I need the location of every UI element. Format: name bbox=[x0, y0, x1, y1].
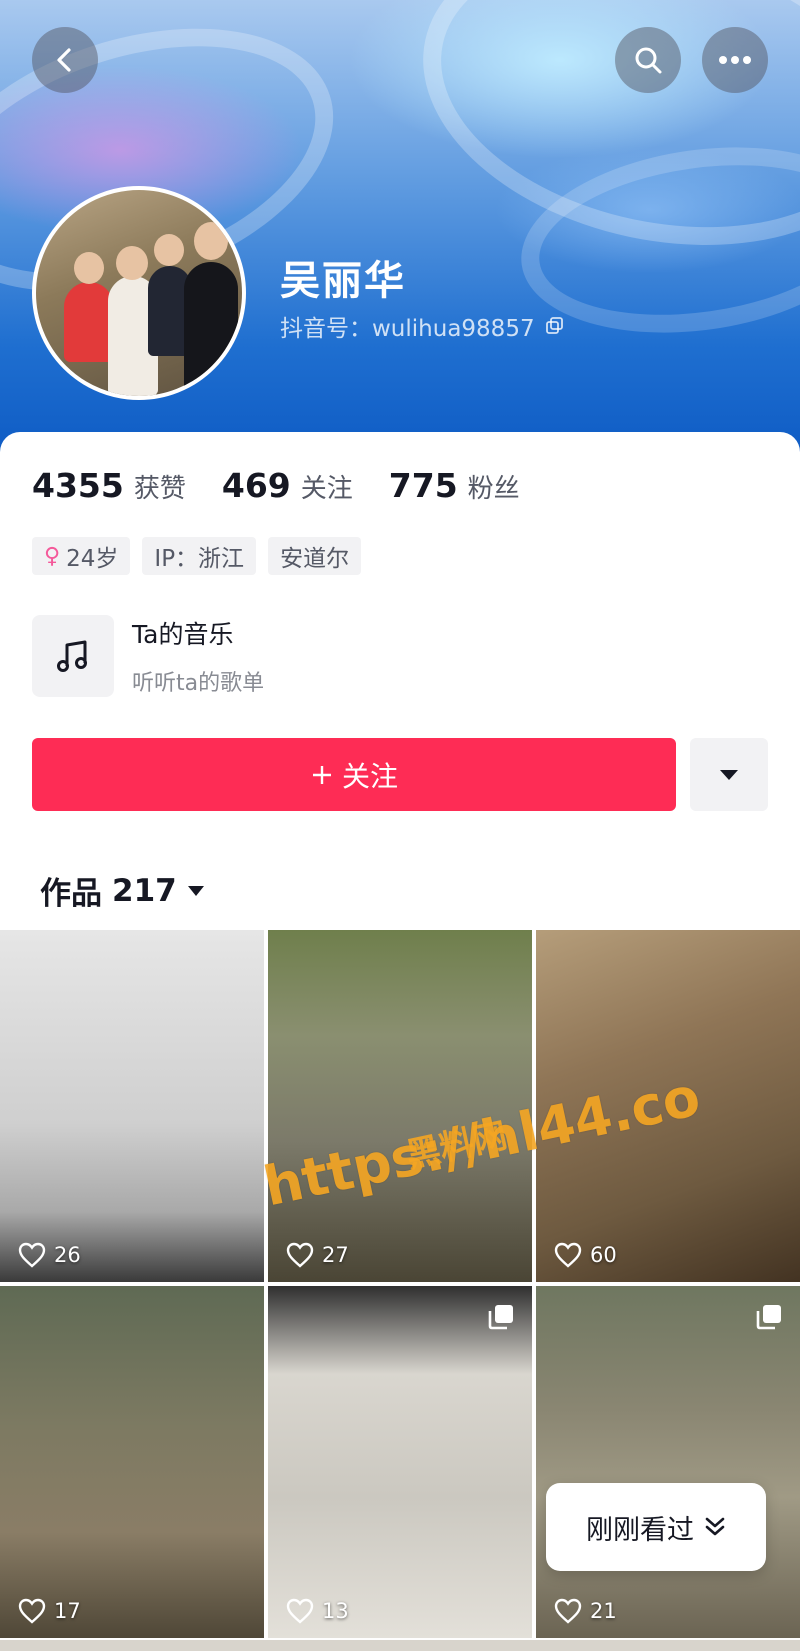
avatar-figure bbox=[184, 262, 238, 396]
back-button[interactable] bbox=[32, 27, 98, 93]
like-value: 17 bbox=[54, 1599, 81, 1623]
age-tag: ♀ 24岁 bbox=[32, 537, 131, 575]
video-tile[interactable]: 17 bbox=[0, 1286, 264, 1638]
douyin-id-label: 抖音号： bbox=[280, 316, 372, 342]
heart-icon bbox=[286, 1242, 314, 1268]
heart-icon bbox=[286, 1598, 314, 1624]
video-tile[interactable]: 21 bbox=[536, 1286, 800, 1638]
like-value: 26 bbox=[54, 1243, 81, 1267]
like-count: 27 bbox=[286, 1242, 349, 1268]
caret-down-icon bbox=[187, 885, 204, 896]
stat-following[interactable]: 469 关注 bbox=[222, 466, 353, 505]
search-icon bbox=[635, 47, 662, 74]
like-count: 13 bbox=[286, 1598, 349, 1624]
heart-icon bbox=[554, 1598, 582, 1624]
like-count: 60 bbox=[554, 1242, 617, 1268]
like-value: 13 bbox=[322, 1599, 349, 1623]
female-icon: ♀ bbox=[44, 543, 61, 569]
plus-icon bbox=[312, 765, 331, 784]
douyin-id-value: wulihua98857 bbox=[372, 316, 535, 342]
ip-tag: IP：浙江 bbox=[142, 537, 257, 575]
stat-value: 469 bbox=[221, 466, 291, 505]
just-watched-button[interactable]: 刚刚看过 bbox=[546, 1483, 766, 1571]
music-icon-box bbox=[32, 615, 114, 697]
works-count: 217 bbox=[112, 872, 177, 909]
like-value: 27 bbox=[322, 1243, 349, 1267]
tab-works[interactable]: 作品 217 bbox=[40, 868, 205, 913]
next-row-preview bbox=[0, 1640, 800, 1651]
location-tag: 安道尔 bbox=[268, 537, 362, 575]
search-button[interactable] bbox=[615, 27, 681, 93]
douyin-id: 抖音号：wulihua98857 bbox=[280, 309, 565, 343]
multi-image-icon bbox=[488, 1305, 513, 1330]
avatar[interactable] bbox=[32, 186, 246, 400]
works-label: 作品 bbox=[40, 876, 102, 912]
caret-down-icon bbox=[720, 769, 738, 780]
age-text: 24岁 bbox=[66, 546, 119, 572]
stat-label: 关注 bbox=[300, 474, 353, 504]
stat-value: 4355 bbox=[32, 466, 124, 505]
follow-dropdown-button[interactable] bbox=[690, 738, 768, 811]
like-value: 21 bbox=[590, 1599, 617, 1623]
follow-label: 关注 bbox=[341, 759, 398, 793]
video-tile[interactable]: 26 bbox=[0, 930, 264, 1282]
music-note-icon bbox=[57, 640, 87, 672]
video-tile[interactable]: 13 bbox=[268, 1286, 532, 1638]
stat-followers[interactable]: 775 粉丝 bbox=[389, 466, 520, 505]
avatar-figure bbox=[64, 282, 114, 362]
music-subtitle: 听听ta的歌单 bbox=[132, 671, 265, 696]
stat-label: 粉丝 bbox=[467, 474, 520, 504]
heart-icon bbox=[554, 1242, 582, 1268]
music-entry[interactable]: Ta的音乐 听听ta的歌单 bbox=[32, 615, 264, 697]
stat-label: 获赞 bbox=[133, 474, 186, 504]
heart-icon bbox=[18, 1598, 46, 1624]
follow-button[interactable]: 关注 bbox=[32, 738, 676, 811]
like-value: 60 bbox=[590, 1243, 617, 1267]
copy-icon[interactable] bbox=[545, 316, 565, 336]
chevron-left-icon bbox=[57, 48, 71, 72]
double-chevron-down-icon bbox=[705, 1517, 725, 1536]
like-count: 17 bbox=[18, 1598, 81, 1624]
avatar-figure bbox=[116, 246, 148, 280]
heart-icon bbox=[18, 1242, 46, 1268]
avatar-figure bbox=[74, 252, 104, 284]
more-dots-icon bbox=[719, 56, 751, 64]
avatar-figure bbox=[154, 234, 184, 266]
music-title: Ta的音乐 bbox=[132, 620, 234, 649]
stat-likes[interactable]: 4355 获赞 bbox=[32, 466, 186, 505]
profile-name: 吴丽华 bbox=[280, 258, 406, 304]
stat-value: 775 bbox=[388, 466, 458, 505]
like-count: 21 bbox=[554, 1598, 617, 1624]
just-watched-label: 刚刚看过 bbox=[586, 1514, 694, 1546]
profile-stats: 4355 获赞 469 关注 775 粉丝 bbox=[32, 466, 556, 505]
more-options-button[interactable] bbox=[702, 27, 768, 93]
profile-tags: ♀ 24岁 IP：浙江 安道尔 bbox=[32, 537, 362, 575]
multi-image-icon bbox=[756, 1305, 781, 1330]
like-count: 26 bbox=[18, 1242, 81, 1268]
avatar-figure bbox=[194, 222, 228, 260]
